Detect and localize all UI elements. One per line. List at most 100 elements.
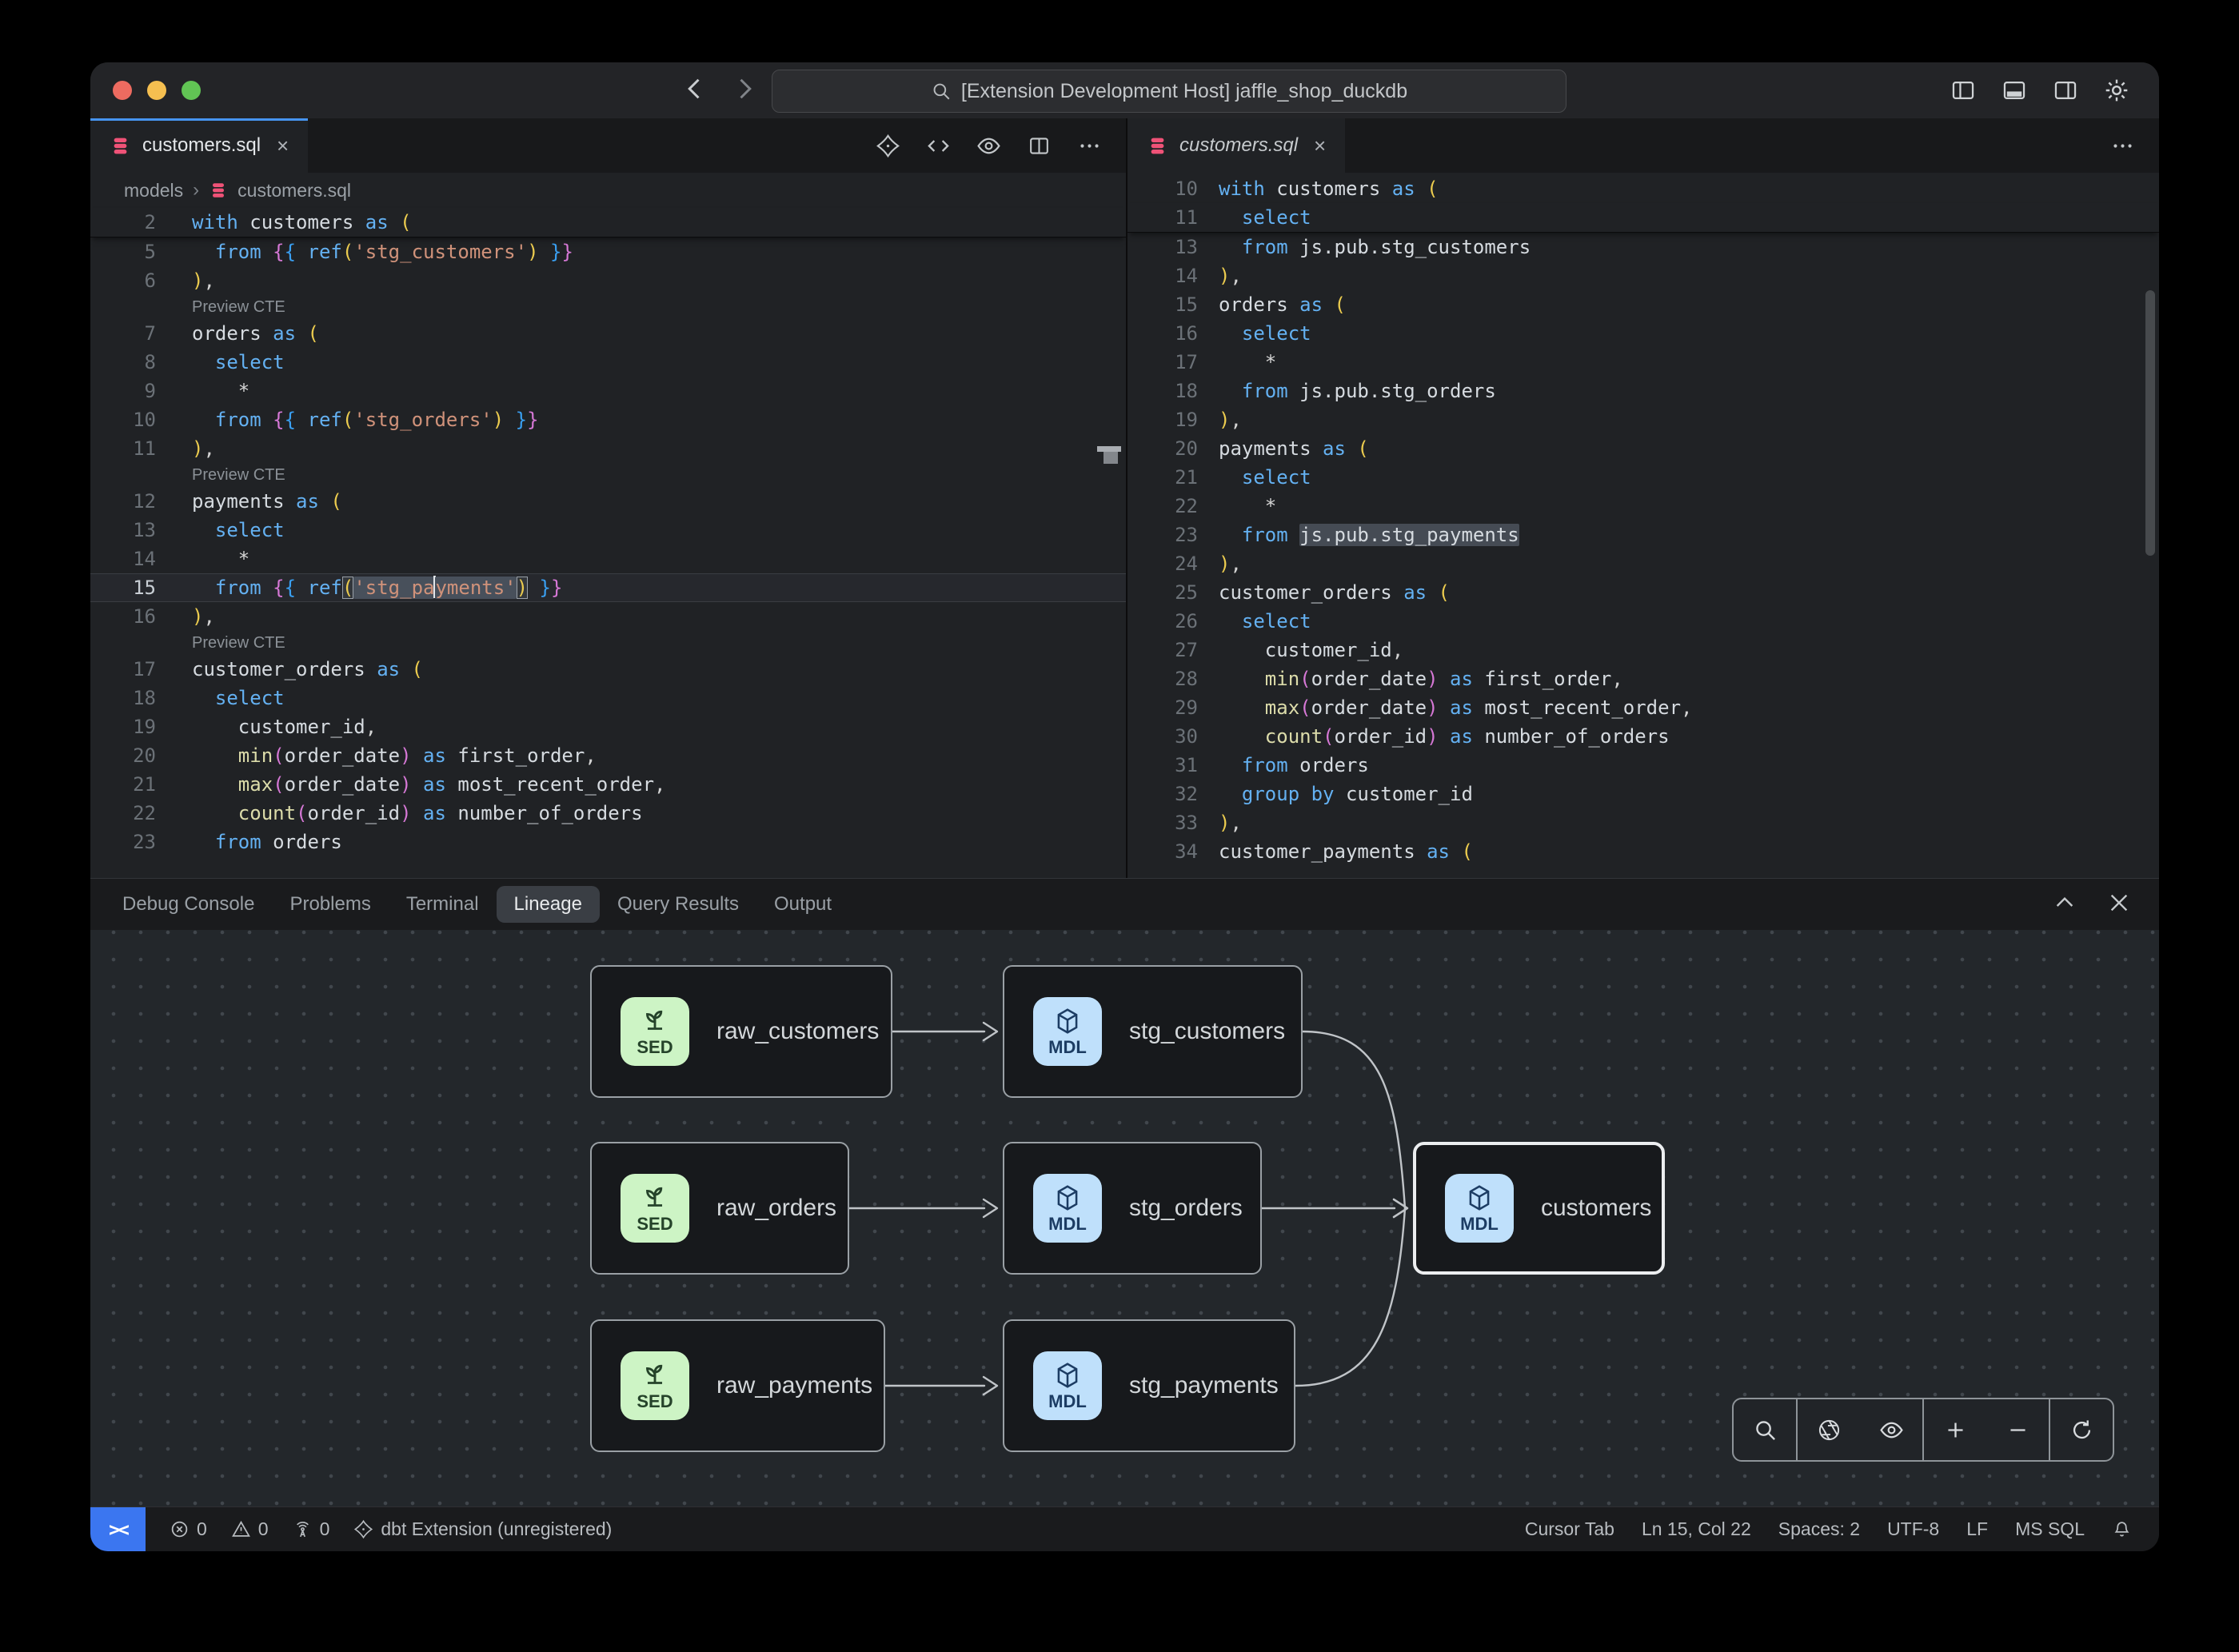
code-line-12[interactable]: 12payments as ( bbox=[90, 487, 1126, 516]
status-cursor-tab[interactable]: Cursor Tab bbox=[1525, 1507, 1614, 1551]
status-spaces-2[interactable]: Spaces: 2 bbox=[1778, 1507, 1860, 1551]
overview-ruler-handle[interactable] bbox=[1104, 452, 1118, 464]
lineage-canvas[interactable]: SEDraw_customers MDLstg_customers SEDraw_o… bbox=[90, 930, 2159, 1508]
code-line-17[interactable]: 17customer_orders as ( bbox=[90, 655, 1126, 684]
code-line-5[interactable]: 5 from {{ ref('stg_customers') }} bbox=[90, 237, 1126, 266]
tab-customers-sql-left[interactable]: customers.sql × bbox=[90, 118, 308, 173]
panel-tab-problems[interactable]: Problems bbox=[289, 886, 370, 923]
codelens-row[interactable]: Preview CTE bbox=[90, 295, 1126, 319]
panel-tab-lineage[interactable]: Lineage bbox=[497, 886, 600, 923]
code-line-17[interactable]: 17 * bbox=[1127, 348, 2159, 377]
refresh-button[interactable] bbox=[2050, 1399, 2113, 1460]
status-ln-15-col-22[interactable]: Ln 15, Col 22 bbox=[1642, 1507, 1751, 1551]
code-line-6[interactable]: 6), bbox=[90, 266, 1126, 295]
code-line-23[interactable]: 23 from js.pub.stg_payments bbox=[1127, 521, 2159, 549]
code-line-18[interactable]: 18 from js.pub.stg_orders bbox=[1127, 377, 2159, 405]
code-line-14[interactable]: 14), bbox=[1127, 261, 2159, 290]
panel-tab-query-results[interactable]: Query Results bbox=[617, 886, 739, 923]
breadcrumb-models[interactable]: models bbox=[124, 180, 183, 202]
status-warning[interactable]: 0 bbox=[231, 1507, 269, 1551]
editor-right[interactable]: 10with customers as (11 select13 from js… bbox=[1127, 173, 2159, 878]
code-line-16[interactable]: 16), bbox=[90, 602, 1126, 631]
status-dbt[interactable]: dbt Extension (unregistered) bbox=[353, 1507, 612, 1551]
code-line-20[interactable]: 20 min(order_date) as first_order, bbox=[90, 741, 1126, 770]
code-line-31[interactable]: 31 from orders bbox=[1127, 751, 2159, 780]
code-line-18[interactable]: 18 select bbox=[90, 684, 1126, 712]
command-center[interactable]: [Extension Development Host] jaffle_shop… bbox=[772, 70, 1567, 113]
more-icon[interactable] bbox=[2110, 134, 2135, 158]
more-icon[interactable] bbox=[1077, 134, 1102, 158]
visibility-button[interactable] bbox=[1860, 1399, 1922, 1460]
zoom-in-button[interactable] bbox=[1924, 1399, 1986, 1460]
code-line-22[interactable]: 22 * bbox=[1127, 492, 2159, 521]
code-line-27[interactable]: 27 customer_id, bbox=[1127, 636, 2159, 664]
chevron-up-icon[interactable] bbox=[2052, 890, 2077, 916]
panel-bottom-icon[interactable] bbox=[2001, 77, 2028, 104]
code-line-15[interactable]: 15 from {{ ref('stg_payments') }} bbox=[90, 573, 1126, 602]
status-radio-tower[interactable]: 0 bbox=[293, 1507, 330, 1551]
code-line-21[interactable]: 21 select bbox=[1127, 463, 2159, 492]
minimize-window-button[interactable] bbox=[147, 81, 166, 100]
code-line-21[interactable]: 21 max(order_date) as most_recent_order, bbox=[90, 770, 1126, 799]
panel-left-icon[interactable] bbox=[1950, 77, 1977, 104]
status-error[interactable]: 0 bbox=[170, 1507, 207, 1551]
dbt-icon[interactable] bbox=[876, 134, 900, 158]
code-line-29[interactable]: 29 max(order_date) as most_recent_order, bbox=[1127, 693, 2159, 722]
code-line-15[interactable]: 15orders as ( bbox=[1127, 290, 2159, 319]
tab-customers-sql-right[interactable]: customers.sql × bbox=[1127, 118, 1345, 173]
preview-eye-icon[interactable] bbox=[976, 134, 1001, 158]
code-line-9[interactable]: 9 * bbox=[90, 377, 1126, 405]
editor-left[interactable]: models › customers.sql 2with customers a… bbox=[90, 173, 1126, 878]
code-line-24[interactable]: 24), bbox=[1127, 549, 2159, 578]
code-line-26[interactable]: 26 select bbox=[1127, 607, 2159, 636]
breadcrumb-file[interactable]: customers.sql bbox=[237, 180, 351, 202]
search-button[interactable] bbox=[1734, 1399, 1796, 1460]
code-line-19[interactable]: 19 customer_id, bbox=[90, 712, 1126, 741]
forward-icon[interactable] bbox=[730, 74, 759, 103]
panel-tab-terminal[interactable]: Terminal bbox=[406, 886, 479, 923]
panel-right-icon[interactable] bbox=[2052, 77, 2079, 104]
code-line-22[interactable]: 22 count(order_id) as number_of_orders bbox=[90, 799, 1126, 828]
code-line-19[interactable]: 19), bbox=[1127, 405, 2159, 434]
code-line-11[interactable]: 11), bbox=[90, 434, 1126, 463]
code-line-25[interactable]: 25customer_orders as ( bbox=[1127, 578, 2159, 607]
code-line-13[interactable]: 13 select bbox=[90, 516, 1126, 545]
aperture-button[interactable] bbox=[1798, 1399, 1860, 1460]
code-line-8[interactable]: 8 select bbox=[90, 348, 1126, 377]
code-line-28[interactable]: 28 min(order_date) as first_order, bbox=[1127, 664, 2159, 693]
lineage-node-raw_payments[interactable]: SEDraw_payments bbox=[590, 1319, 885, 1452]
status-lf[interactable]: LF bbox=[1966, 1507, 1988, 1551]
code-line-7[interactable]: 7orders as ( bbox=[90, 319, 1126, 348]
status-remote[interactable]: >< bbox=[90, 1507, 146, 1551]
close-icon[interactable]: × bbox=[1314, 134, 1326, 158]
code-line-10[interactable]: 10 from {{ ref('stg_orders') }} bbox=[90, 405, 1126, 434]
code-line-11[interactable]: 11 select bbox=[1127, 203, 2159, 233]
code-line-2[interactable]: 2with customers as ( bbox=[90, 208, 1126, 237]
back-icon[interactable] bbox=[680, 74, 709, 103]
zoom-out-button[interactable] bbox=[1986, 1399, 2049, 1460]
code-line-34[interactable]: 34customer_payments as ( bbox=[1127, 837, 2159, 866]
code-line-23[interactable]: 23 from orders bbox=[90, 828, 1126, 856]
status-ms-sql[interactable]: MS SQL bbox=[2015, 1507, 2085, 1551]
codelens-row[interactable]: Preview CTE bbox=[90, 463, 1126, 487]
close-window-button[interactable] bbox=[113, 81, 132, 100]
lineage-node-raw_orders[interactable]: SEDraw_orders bbox=[590, 1142, 849, 1275]
status-bell[interactable] bbox=[2112, 1507, 2132, 1551]
code-line-33[interactable]: 33), bbox=[1127, 808, 2159, 837]
lineage-node-raw_customers[interactable]: SEDraw_customers bbox=[590, 965, 892, 1098]
code-line-10[interactable]: 10with customers as ( bbox=[1127, 174, 2159, 203]
zoom-window-button[interactable] bbox=[182, 81, 201, 100]
lineage-node-stg_payments[interactable]: MDLstg_payments bbox=[1003, 1319, 1295, 1452]
status-utf-8[interactable]: UTF-8 bbox=[1887, 1507, 1939, 1551]
close-icon[interactable]: × bbox=[277, 134, 289, 158]
compile-code-icon[interactable] bbox=[926, 134, 951, 158]
close-icon[interactable] bbox=[2106, 890, 2132, 916]
code-line-32[interactable]: 32 group by customer_id bbox=[1127, 780, 2159, 808]
split-editor-icon[interactable] bbox=[1027, 134, 1052, 158]
code-line-16[interactable]: 16 select bbox=[1127, 319, 2159, 348]
breadcrumb[interactable]: models › customers.sql bbox=[90, 173, 1126, 208]
code-line-14[interactable]: 14 * bbox=[90, 545, 1126, 573]
code-line-13[interactable]: 13 from js.pub.stg_customers bbox=[1127, 233, 2159, 261]
lineage-node-stg_customers[interactable]: MDLstg_customers bbox=[1003, 965, 1303, 1098]
code-line-30[interactable]: 30 count(order_id) as number_of_orders bbox=[1127, 722, 2159, 751]
